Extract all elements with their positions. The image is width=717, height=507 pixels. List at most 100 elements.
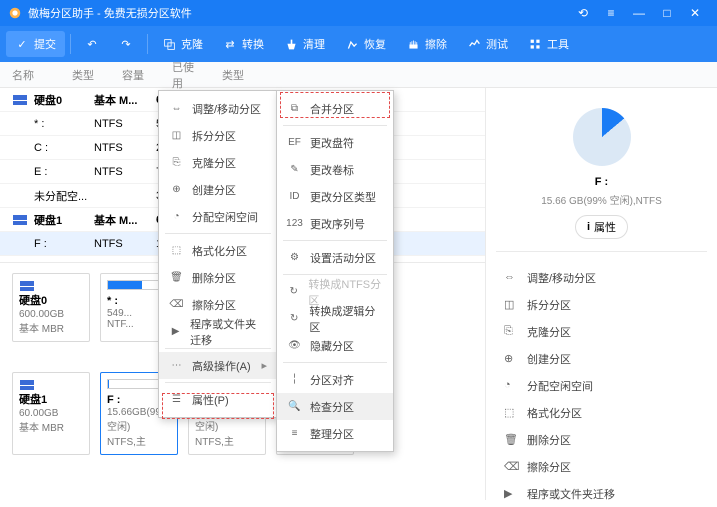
submenu-item[interactable]: ╎分区对齐	[277, 366, 393, 393]
test-icon	[467, 37, 481, 51]
menu-icon: ↻	[287, 311, 301, 326]
erase-icon	[406, 37, 420, 51]
disk-icon	[12, 214, 34, 226]
close-button[interactable]: ✕	[681, 6, 709, 20]
col-capacity: 容量	[122, 67, 172, 83]
toolbar: ✓提交 ↶ ↷ 克隆 ⇄转换 清理 恢复 擦除 测试 工具	[0, 26, 717, 62]
test-button[interactable]: 测试	[458, 31, 517, 57]
menu-label: 克隆分区	[192, 155, 236, 171]
sync-button[interactable]: ⟲	[569, 6, 597, 20]
menu-label: 格式化分区	[192, 243, 247, 259]
menu-label: 分配空闲空间	[192, 209, 258, 225]
menu-button[interactable]: ≡	[597, 6, 625, 20]
menu-item[interactable]: ◫拆分分区	[159, 122, 277, 149]
op-label: 程序或文件夹迁移	[527, 486, 615, 502]
maximize-button[interactable]: □	[653, 6, 681, 20]
menu-label: 高级操作(A)	[192, 358, 251, 374]
card-size: 60.00GB	[19, 408, 83, 419]
undo-icon: ↶	[85, 37, 99, 51]
col-fstype: 类型	[222, 67, 268, 83]
submenu-item[interactable]: 123更改序列号	[277, 210, 393, 237]
side-op[interactable]: ◔ 分配空闲空间	[496, 372, 707, 399]
menu-icon: ⬚	[169, 243, 184, 258]
column-header: 名称 类型 容量 已使用 类型	[0, 62, 717, 88]
submenu-item[interactable]: ✎更改卷标	[277, 156, 393, 183]
undo-button[interactable]: ↶	[76, 32, 108, 56]
side-op[interactable]: ◫拆分分区	[496, 291, 707, 318]
submenu-item[interactable]: ≡整理分区	[277, 420, 393, 447]
menu-label: 转换成逻辑分区	[309, 303, 383, 335]
disk-card[interactable]: 硬盘160.00GB基本 MBR	[12, 372, 90, 455]
partition-detail: 15.66 GB(99% 空闲),NTFS	[496, 192, 707, 207]
clean-button[interactable]: 清理	[275, 31, 334, 57]
menu-item[interactable]: ⬚ 格式化分区	[159, 237, 277, 264]
submenu-item[interactable]: ⧉合并分区	[277, 95, 393, 122]
menu-icon: ⊕	[169, 182, 184, 197]
card-fs: NTFS,主	[107, 433, 171, 448]
clone-icon	[162, 37, 176, 51]
card-name: 硬盘0	[19, 292, 83, 308]
menu-item[interactable]: ▶程序或文件夹迁移	[159, 318, 277, 345]
minimize-button[interactable]: —	[625, 6, 653, 20]
side-op[interactable]: ⎘克隆分区	[496, 318, 707, 345]
row-name: 硬盘1	[34, 212, 94, 228]
info-icon: i	[587, 221, 590, 233]
op-icon: ◔	[504, 379, 518, 393]
clean-icon	[284, 37, 298, 51]
pie-chart	[573, 108, 631, 166]
side-op[interactable]: ▶程序或文件夹迁移	[496, 480, 707, 507]
row-name: 未分配空...	[34, 188, 94, 204]
menu-item[interactable]: ⋯高级操作(A)▸	[159, 352, 277, 379]
submenu-item[interactable]: 🔍检查分区	[277, 393, 393, 420]
recover-button[interactable]: 恢复	[336, 31, 395, 57]
submenu-item[interactable]: ↻ 转换成逻辑分区	[277, 305, 393, 332]
op-icon: ⎘	[504, 325, 518, 339]
properties-button[interactable]: i属性	[575, 215, 628, 239]
submenu-item[interactable]: 👁隐藏分区	[277, 332, 393, 359]
menu-item[interactable]: ⊕ 创建分区	[159, 176, 277, 203]
submenu-item[interactable]: EF更改盘符	[277, 129, 393, 156]
advanced-submenu: ⧉合并分区 EF更改盘符✎更改卷标ID更改分区类型123更改序列号 ⚙设置活动分区 ↻…	[276, 90, 394, 452]
disk-card[interactable]: 硬盘0600.00GB基本 MBR	[12, 273, 90, 342]
op-label: 分配空闲空间	[527, 378, 593, 394]
submenu-item[interactable]: ⚙设置活动分区	[277, 244, 393, 271]
menu-label: 属性(P)	[192, 392, 229, 408]
main-area: 硬盘0基本 M...600.00...* :NTFS549.00C :NTFS2…	[0, 88, 717, 500]
card-size: 600.00GB	[19, 309, 83, 320]
side-op[interactable]: ⬚格式化分区	[496, 399, 707, 426]
convert-button[interactable]: ⇄转换	[214, 31, 273, 57]
menu-item[interactable]: ◔分配空闲空间	[159, 203, 277, 230]
menu-icon: ↻	[287, 284, 300, 299]
op-label: 拆分分区	[527, 297, 571, 313]
row-type: 基本 M...	[94, 212, 156, 228]
redo-button[interactable]: ↷	[110, 32, 142, 56]
commit-button[interactable]: ✓提交	[6, 31, 65, 57]
submenu-item[interactable]: ID更改分区类型	[277, 183, 393, 210]
tools-icon	[528, 37, 542, 51]
menu-item[interactable]: ⎘克隆分区	[159, 149, 277, 176]
op-label: 擦除分区	[527, 459, 571, 475]
side-op[interactable]: ⇔调整/移动分区	[496, 264, 707, 291]
col-type: 类型	[72, 67, 122, 83]
check-icon: ✓	[15, 37, 29, 51]
clone-button[interactable]: 克隆	[153, 31, 212, 57]
menu-item[interactable]: ☰属性(P)	[159, 386, 277, 413]
menu-label: 创建分区	[192, 182, 236, 198]
menu-item[interactable]: 🗑删除分区	[159, 264, 277, 291]
menu-icon: EF	[287, 135, 302, 150]
menu-label: 更改序列号	[310, 216, 365, 232]
side-op[interactable]: ⌫擦除分区	[496, 453, 707, 480]
menu-label: 检查分区	[310, 399, 354, 415]
side-op[interactable]: 🗑删除分区	[496, 426, 707, 453]
menu-icon: ⧉	[287, 101, 302, 116]
tools-button[interactable]: 工具	[519, 31, 578, 57]
op-label: 格式化分区	[527, 405, 582, 421]
menu-icon: ⇔	[169, 101, 184, 116]
right-pane: F : 15.66 GB(99% 空闲),NTFS i属性 ⇔调整/移动分区◫拆…	[485, 88, 717, 500]
menu-item[interactable]: ⇔调整/移动分区	[159, 95, 277, 122]
menu-item[interactable]: ⌫擦除分区	[159, 291, 277, 318]
side-op[interactable]: ⊕创建分区	[496, 345, 707, 372]
submenu-item[interactable]: ↻转换成NTFS分区	[277, 278, 393, 305]
disk-icon	[12, 94, 34, 106]
erase-button[interactable]: 擦除	[397, 31, 456, 57]
